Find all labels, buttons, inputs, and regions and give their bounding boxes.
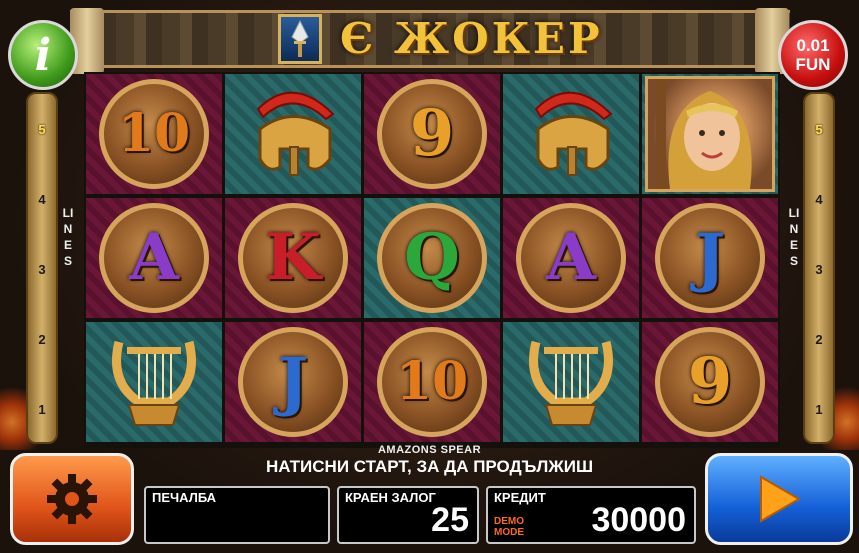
symbol-shield: Q — [377, 203, 487, 313]
lyre-icon — [529, 340, 613, 426]
symbol-text: Q — [404, 220, 460, 295]
lines-label-left: LINES — [62, 206, 74, 268]
lines-panel-right: 5 4 3 2 1 — [803, 92, 835, 444]
reel-symbol-letter: A — [503, 198, 639, 318]
spear-icon — [278, 14, 322, 64]
credit-panel: КРЕДИТ DEMO MODE 30000 — [486, 486, 696, 544]
win-label: ПЕЧАЛБА — [152, 490, 217, 505]
line-number-3[interactable]: 3 — [28, 262, 56, 277]
reel-symbol-number: 10 — [86, 74, 222, 194]
line-number-5[interactable]: 5 — [805, 122, 833, 137]
symbol-shield: 9 — [655, 327, 765, 437]
symbol-text: A — [129, 220, 179, 295]
symbol-shield: K — [238, 203, 348, 313]
line-number-3[interactable]: 3 — [805, 262, 833, 277]
play-icon — [760, 475, 801, 523]
symbol-shield: 10 — [99, 79, 209, 189]
amazon-portrait — [645, 76, 775, 192]
symbol-shield: A — [516, 203, 626, 313]
lyre-icon — [112, 340, 196, 426]
symbol-shield: 10 — [377, 327, 487, 437]
symbol-text: J — [277, 344, 309, 419]
symbol-text: 10 — [117, 103, 191, 164]
reel-symbol-lyre — [503, 322, 639, 442]
game-logo: Є ЖОКЕР — [340, 14, 603, 63]
credit-label: КРЕДИТ — [494, 490, 546, 505]
symbol-shield: 9 — [377, 79, 487, 189]
reel-symbol-helmet — [225, 74, 361, 194]
reels-grid: 10 A K J 9 Q 10 A J 9 — [84, 72, 780, 448]
start-button[interactable] — [705, 453, 853, 545]
reel-symbol-number: 9 — [364, 74, 500, 194]
reel-symbol-letter: J — [225, 322, 361, 442]
credit-value: 30000 — [591, 501, 686, 539]
line-number-2[interactable]: 2 — [805, 332, 833, 347]
info-button[interactable]: i — [8, 20, 78, 90]
info-icon: i — [34, 29, 52, 81]
lines-panel-left: 5 4 3 2 1 — [26, 92, 58, 444]
line-number-1[interactable]: 1 — [805, 402, 833, 417]
symbol-text: 10 — [395, 351, 469, 412]
reel-symbol-number: 10 — [364, 322, 500, 442]
settings-button[interactable] — [10, 453, 134, 545]
reel-symbol-amazon — [642, 74, 778, 194]
fun-bet-value: 0.01 — [796, 36, 830, 55]
line-number-5[interactable]: 5 — [28, 122, 56, 137]
reel-symbol-letter: Q — [364, 198, 500, 318]
reel-symbol-letter: A — [86, 198, 222, 318]
reel-symbol-helmet — [503, 74, 639, 194]
symbol-text: A — [546, 220, 596, 295]
reel-symbol-letter: K — [225, 198, 361, 318]
line-number-4[interactable]: 4 — [805, 192, 833, 207]
demo-line: DEMO — [494, 516, 524, 527]
reel-symbol-number: 9 — [642, 322, 778, 442]
reel-symbol-lyre — [86, 322, 222, 442]
reel-symbol-letter: J — [642, 198, 778, 318]
bet-value: 25 — [431, 501, 469, 539]
line-number-1[interactable]: 1 — [28, 402, 56, 417]
symbol-text: J — [694, 220, 726, 295]
fun-label: FUN — [795, 55, 831, 74]
symbol-shield: J — [655, 203, 765, 313]
bet-label: КРАЕН ЗАЛОГ — [345, 490, 436, 505]
symbol-text: 9 — [409, 96, 455, 171]
line-number-4[interactable]: 4 — [28, 192, 56, 207]
symbol-shield: J — [238, 327, 348, 437]
helmet-icon — [256, 91, 335, 176]
gear-icon — [47, 474, 97, 524]
lines-label-right: LINES — [788, 206, 800, 268]
line-number-2[interactable]: 2 — [28, 332, 56, 347]
helmet-icon — [534, 91, 613, 176]
win-panel: ПЕЧАЛБА — [144, 486, 330, 544]
symbol-text: 9 — [687, 344, 733, 419]
mode-line: MODE — [494, 527, 524, 538]
symbol-text: K — [265, 220, 321, 295]
amazon-face-icon — [656, 79, 752, 189]
symbol-shield: A — [99, 203, 209, 313]
bet-panel[interactable]: КРАЕН ЗАЛОГ 25 — [337, 486, 479, 544]
demo-mode-badge: DEMO MODE — [494, 516, 524, 538]
bet-fun-button[interactable]: 0.01 FUN — [778, 20, 848, 90]
